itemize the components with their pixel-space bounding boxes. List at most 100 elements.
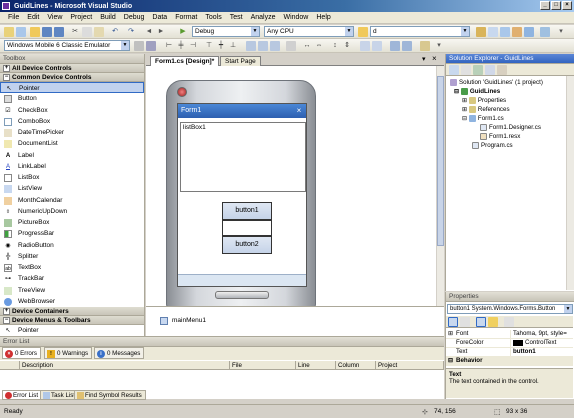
property-value[interactable]: Tahoma, 9pt, style=: [510, 330, 573, 338]
column-header-blank[interactable]: [0, 361, 20, 370]
property-pages-icon[interactable]: [504, 317, 514, 327]
increase-spacing-icon[interactable]: ⇔: [314, 41, 324, 51]
copy-icon[interactable]: [82, 27, 92, 37]
property-row-forecolor[interactable]: ForeColor ControlText: [446, 339, 573, 348]
cut-icon[interactable]: ✂: [70, 27, 80, 37]
property-category-behavior[interactable]: ⊟ Behavior: [446, 357, 573, 366]
tree-project[interactable]: ⊟ GuidLines: [454, 88, 500, 95]
toolbox-item-linklabel[interactable]: A LinkLabel: [0, 161, 144, 172]
category-common-device-controls[interactable]: − Common Device Controls: [0, 73, 144, 82]
minimize-button[interactable]: _: [540, 1, 550, 10]
toolbox-item-trackbar[interactable]: ⊶ TrackBar: [0, 273, 144, 284]
errors-filter-button[interactable]: × 0 Errors: [2, 347, 42, 359]
start-debugging-icon[interactable]: ▶: [178, 27, 188, 37]
redo-icon[interactable]: ↷: [126, 27, 136, 37]
send-to-back-icon[interactable]: [402, 41, 412, 51]
toolbox-item-listview[interactable]: ListView: [0, 183, 144, 194]
open-file-icon[interactable]: [30, 27, 40, 37]
button2-control[interactable]: button2: [222, 236, 272, 254]
property-value[interactable]: button1: [510, 348, 573, 356]
toolbox-item-textbox[interactable]: ab TextBox: [0, 262, 144, 273]
messages-filter-button[interactable]: i 0 Messages: [94, 347, 145, 359]
menu-tools[interactable]: Tools: [201, 14, 225, 21]
menu-build[interactable]: Build: [96, 14, 120, 21]
categorized-icon[interactable]: [448, 317, 458, 327]
property-row-text[interactable]: Text button1: [446, 348, 573, 357]
tree-form1-cs[interactable]: ⊟ Form1.cs: [462, 115, 504, 122]
menu-analyze[interactable]: Analyze: [247, 14, 280, 21]
toolbox-icon[interactable]: [512, 27, 522, 37]
toolbox-item-numericupdown[interactable]: ⇳ NumericUpDown: [0, 206, 144, 217]
toolbox-item-button[interactable]: Button: [0, 93, 144, 104]
tree-references[interactable]: ⊞ References: [462, 106, 510, 113]
toolbox-item-pointer-menus[interactable]: ↖ Pointer: [0, 325, 144, 336]
show-all-files-icon[interactable]: [461, 65, 471, 75]
align-middles-icon[interactable]: ┿: [216, 41, 226, 51]
solution-explorer-icon[interactable]: [476, 27, 486, 37]
menu-format[interactable]: Format: [171, 14, 201, 21]
view-designer-icon[interactable]: [497, 65, 507, 75]
warnings-filter-button[interactable]: ! 0 Warnings: [44, 347, 93, 359]
menu-project[interactable]: Project: [66, 14, 96, 21]
close-tab-icon[interactable]: ×: [432, 54, 437, 63]
toolbox-item-webbrowser[interactable]: WebBrowser: [0, 296, 144, 307]
menu-window[interactable]: Window: [279, 14, 312, 21]
device-menu-bar[interactable]: [178, 274, 306, 286]
find-combo[interactable]: d ▼: [370, 26, 470, 37]
undo-icon[interactable]: ↶: [110, 27, 120, 37]
device-options-icon[interactable]: [146, 41, 156, 51]
alphabetical-icon[interactable]: [460, 317, 470, 327]
tab-start-page[interactable]: Start Page: [220, 56, 261, 66]
menu-edit[interactable]: Edit: [23, 14, 43, 21]
align-bottoms-icon[interactable]: ⊥: [228, 41, 238, 51]
toolbox-item-checkbox[interactable]: ☑ CheckBox: [0, 105, 144, 116]
form-close-icon[interactable]: ×: [294, 106, 304, 116]
navigate-forward-icon[interactable]: ►: [156, 27, 166, 37]
make-same-height-icon[interactable]: [258, 41, 268, 51]
size-to-grid-icon[interactable]: [286, 41, 296, 51]
align-rights-icon[interactable]: ⊣: [188, 41, 198, 51]
tree-form1-designer[interactable]: Form1.Designer.cs: [480, 124, 541, 131]
tray-component-mainmenu1[interactable]: mainMenu1: [172, 317, 206, 324]
solution-explorer-scrollbar[interactable]: [566, 76, 574, 290]
horizontal-spacing-icon[interactable]: ↔: [302, 41, 312, 51]
toolbox-item-combobox[interactable]: ComboBox: [0, 116, 144, 127]
object-browser-icon[interactable]: [500, 27, 510, 37]
properties-view-icon[interactable]: [476, 317, 486, 327]
toolbox-item-treeview[interactable]: TreeView: [0, 285, 144, 296]
center-vertically-icon[interactable]: [372, 41, 382, 51]
tree-properties[interactable]: ⊞ Properties: [462, 97, 506, 104]
column-header-project[interactable]: Project: [376, 361, 444, 370]
events-icon[interactable]: [488, 317, 498, 327]
view-code-icon[interactable]: [485, 65, 495, 75]
menu-test[interactable]: Test: [226, 14, 247, 21]
align-lefts-icon[interactable]: ⊢: [164, 41, 174, 51]
add-item-icon[interactable]: [16, 27, 26, 37]
property-row-font[interactable]: ⊞ Font Tahoma, 9pt, style=: [446, 330, 573, 339]
column-header-line[interactable]: Line: [296, 361, 336, 370]
maximize-button[interactable]: □: [551, 1, 561, 10]
toolbox-item-listbox[interactable]: ListBox: [0, 172, 144, 183]
new-project-icon[interactable]: [4, 27, 14, 37]
paste-icon[interactable]: [94, 27, 104, 37]
scroll-thumb[interactable]: [437, 76, 444, 246]
vertical-spacing-icon[interactable]: ↕: [330, 41, 340, 51]
menu-data[interactable]: Data: [148, 14, 171, 21]
menu-file[interactable]: File: [4, 14, 23, 21]
button1-control[interactable]: button1: [222, 202, 272, 220]
close-button[interactable]: ×: [562, 1, 572, 10]
toolbox-item-label[interactable]: A Label: [0, 150, 144, 161]
category-device-menus-toolbars[interactable]: − Device Menus & Toolbars: [0, 316, 144, 325]
decrease-spacing-icon[interactable]: ⇕: [342, 41, 352, 51]
toolbox-item-progressbar[interactable]: ProgressBar: [0, 228, 144, 239]
save-icon[interactable]: [42, 27, 52, 37]
column-header-description[interactable]: Description: [20, 361, 230, 370]
category-device-containers[interactable]: + Device Containers: [0, 307, 144, 316]
toolbox-item-splitter[interactable]: ╬ Splitter: [0, 251, 144, 262]
design-surface[interactable]: Form1 × listBox1 button1 button2: [146, 66, 436, 306]
active-files-icon[interactable]: ▾: [422, 55, 426, 63]
start-page-icon[interactable]: [524, 27, 534, 37]
menu-view[interactable]: View: [43, 14, 66, 21]
target-device-select[interactable]: Windows Mobile 6 Classic Emulator ▼: [4, 40, 130, 51]
toolbox-item-pointer[interactable]: ↖ Pointer: [0, 82, 144, 94]
